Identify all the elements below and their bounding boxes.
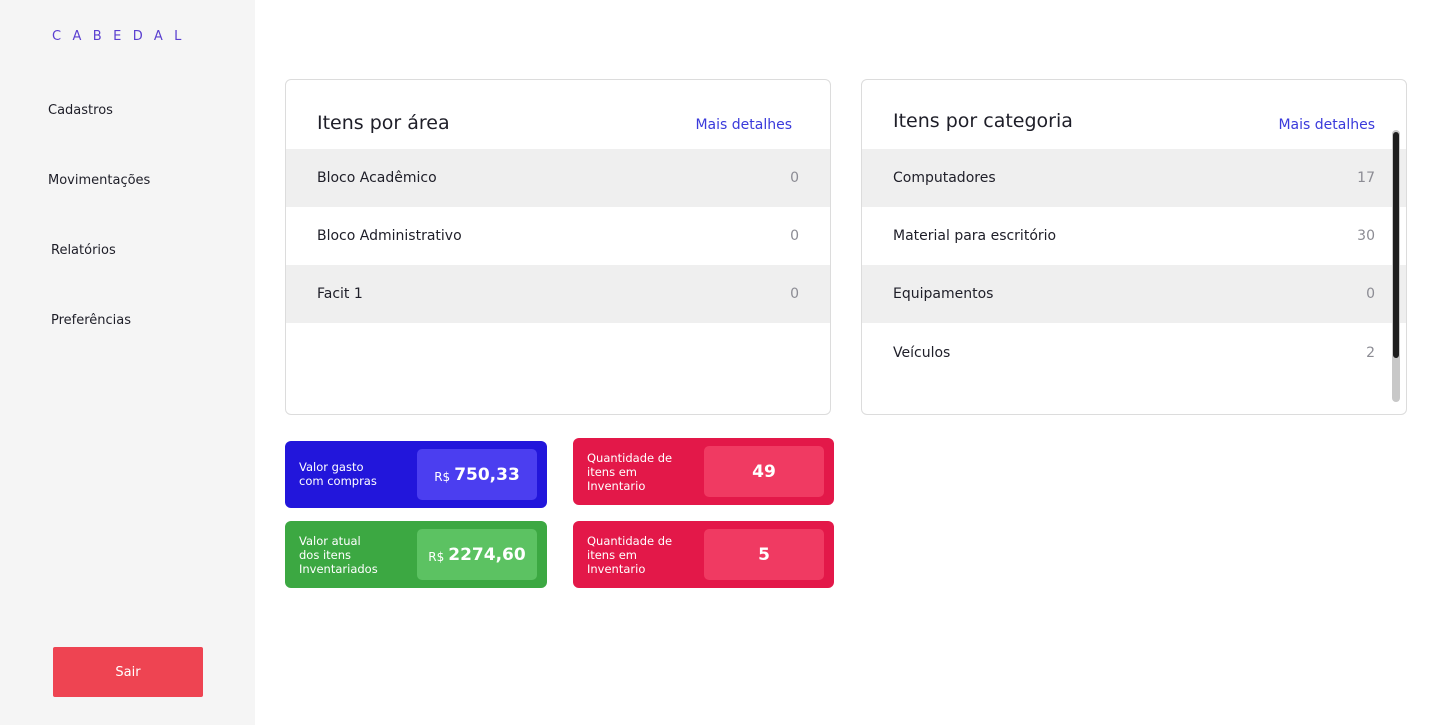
scrollbar-thumb[interactable] — [1393, 132, 1399, 358]
list-item[interactable]: Equipamentos 0 — [862, 265, 1406, 323]
item-name: Facit 1 — [317, 286, 363, 302]
list-item[interactable]: Computadores 17 — [862, 149, 1406, 207]
card-value: 49 — [752, 461, 776, 482]
item-count: 0 — [790, 170, 799, 186]
spent-on-purchases-card: Valor gasto com compras R$ 750,33 — [285, 441, 547, 508]
list-item[interactable]: Facit 1 0 — [286, 265, 830, 323]
more-details-link[interactable]: Mais detalhes — [1278, 117, 1375, 133]
logout-button[interactable]: Sair — [53, 647, 203, 697]
item-count: 2 — [1366, 345, 1375, 361]
nav-item-preferencias[interactable]: Preferências — [51, 313, 131, 328]
category-list: Computadores 17 Material para escritório… — [862, 149, 1406, 383]
nav-item-relatorios[interactable]: Relatórios — [51, 243, 116, 258]
card-value: 2274,60 — [448, 544, 526, 565]
card-value-box: R$ 2274,60 — [417, 529, 537, 580]
app-logo: CABEDAL — [52, 29, 193, 44]
nav-item-cadastros[interactable]: Cadastros — [48, 103, 113, 118]
card-label: Valor atual dos itens Inventariados — [299, 534, 378, 576]
item-name: Material para escritório — [893, 228, 1057, 244]
panel-title: Itens por categoria — [893, 110, 1073, 132]
area-list: Bloco Acadêmico 0 Bloco Administrativo 0… — [286, 149, 830, 323]
scrollbar[interactable] — [1392, 130, 1400, 402]
items-by-area-panel: Itens por área Mais detalhes Bloco Acadê… — [285, 79, 831, 415]
item-name: Bloco Administrativo — [317, 228, 462, 244]
card-label: Quantidade de itens em Inventario — [587, 534, 673, 576]
inventory-value-card: Valor atual dos itens Inventariados R$ 2… — [285, 521, 547, 588]
list-item[interactable]: Veículos 2 — [862, 323, 1406, 383]
inventory-quantity-card: Quantidade de itens em Inventario 49 — [573, 438, 834, 505]
card-value-box: R$ 750,33 — [417, 449, 537, 500]
currency-symbol: R$ — [434, 469, 451, 484]
item-count: 0 — [790, 228, 799, 244]
panel-title: Itens por área — [317, 112, 450, 134]
item-name: Veículos — [893, 345, 951, 361]
inventory-quantity-card: Quantidade de itens em Inventario 5 — [573, 521, 834, 588]
card-value: 5 — [758, 544, 770, 565]
item-name: Bloco Acadêmico — [317, 170, 437, 186]
item-name: Computadores — [893, 170, 996, 186]
items-by-category-panel: Itens por categoria Mais detalhes Comput… — [861, 79, 1407, 415]
card-value-box: 5 — [704, 529, 824, 580]
card-value-box: 49 — [704, 446, 824, 497]
item-count: 30 — [1357, 228, 1375, 244]
card-value: 750,33 — [454, 464, 520, 485]
more-details-link[interactable]: Mais detalhes — [695, 117, 792, 133]
item-name: Equipamentos — [893, 286, 994, 302]
list-item[interactable]: Bloco Administrativo 0 — [286, 207, 830, 265]
item-count: 0 — [1366, 286, 1375, 302]
item-count: 17 — [1357, 170, 1375, 186]
card-label: Quantidade de itens em Inventario — [587, 451, 673, 493]
card-label: Valor gasto com compras — [299, 460, 377, 488]
sidebar: CABEDAL Cadastros Movimentações Relatóri… — [0, 0, 255, 725]
nav-item-movimentacoes[interactable]: Movimentações — [48, 173, 150, 188]
list-item[interactable]: Bloco Acadêmico 0 — [286, 149, 830, 207]
list-item[interactable]: Material para escritório 30 — [862, 207, 1406, 265]
currency-symbol: R$ — [428, 549, 445, 564]
item-count: 0 — [790, 286, 799, 302]
